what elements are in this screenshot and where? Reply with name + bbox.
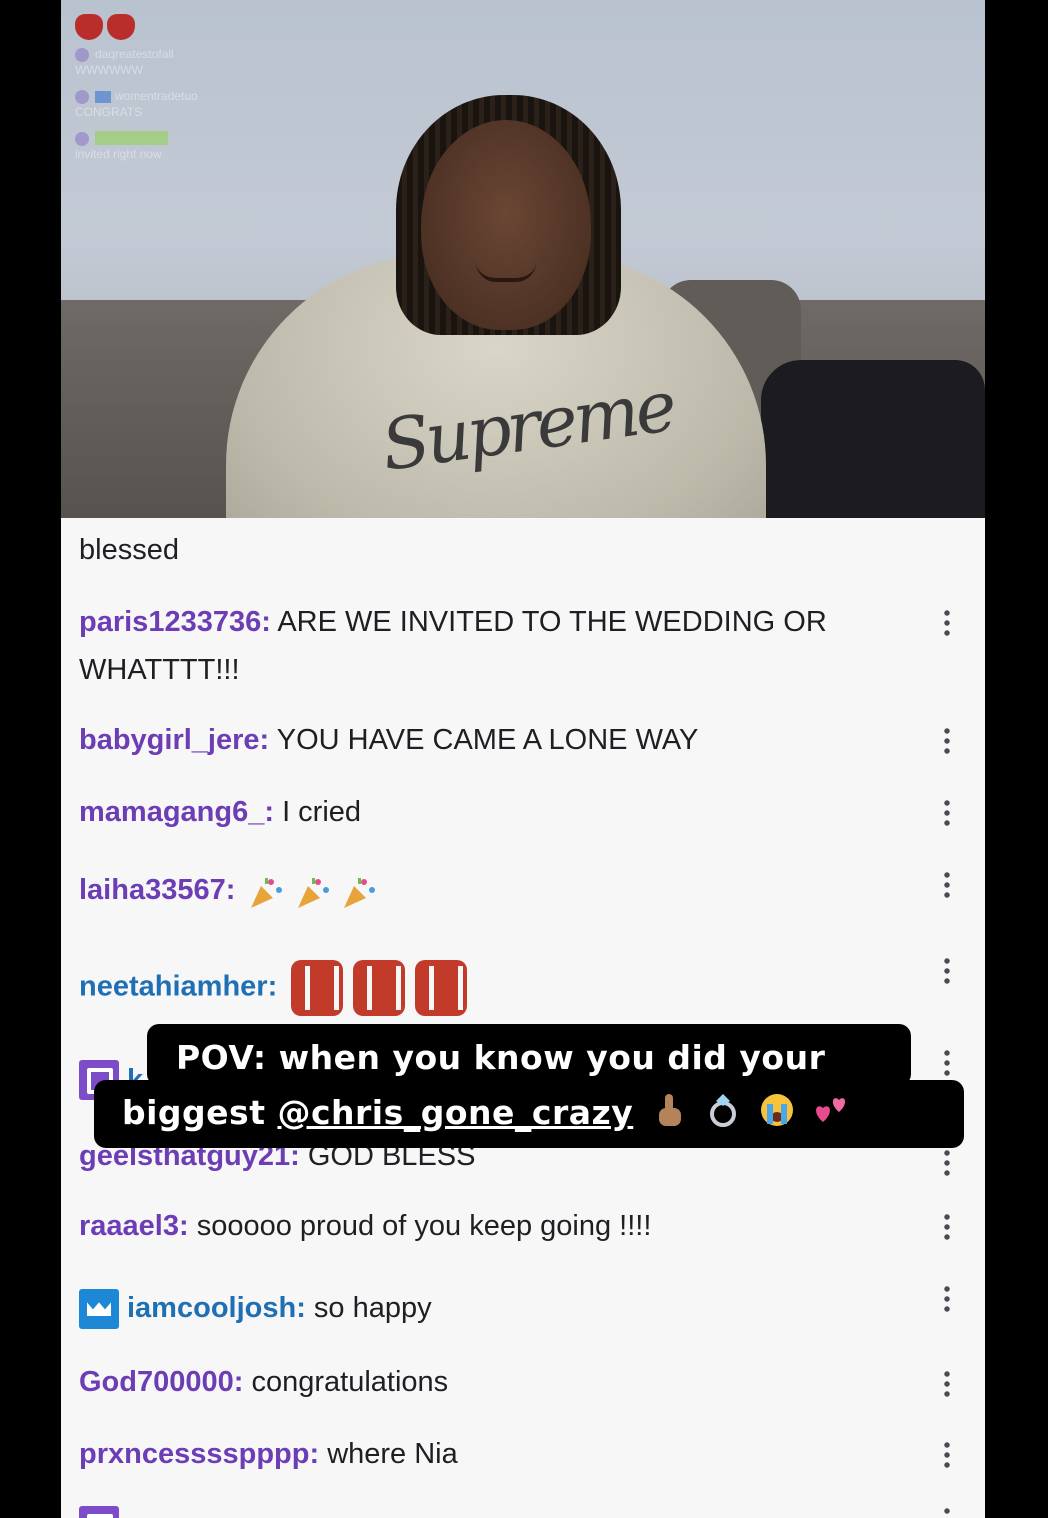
chat-message: babygirl_jere: YOU HAVE CAME A LONE WAY xyxy=(79,716,899,764)
chat-username[interactable]: God700000: xyxy=(79,1366,243,1398)
overlay-text: WWWWWW xyxy=(75,63,143,77)
chat-username[interactable]: iamcooljosh: xyxy=(127,1292,306,1324)
crying-face-icon xyxy=(761,1094,794,1126)
chat-message: God700000: congratulations xyxy=(79,1358,899,1406)
chat-message: prxncesssspppp: where Nia xyxy=(79,1430,899,1478)
more-options-icon[interactable] xyxy=(944,1369,950,1399)
party-popper-icon xyxy=(297,877,329,908)
caption-prefix: biggest xyxy=(122,1093,278,1132)
party-popper-icon xyxy=(343,877,375,908)
emote-icon xyxy=(291,960,344,1016)
more-options-icon[interactable] xyxy=(944,1440,950,1470)
message-text: congratulations xyxy=(243,1366,449,1398)
badge-icon xyxy=(95,90,111,103)
pointing-up-icon xyxy=(659,1094,682,1126)
message-text: blessed xyxy=(79,534,179,566)
overlay-username: daqreatestofall xyxy=(95,47,174,61)
overlay-username: womentradetuo xyxy=(115,89,198,103)
crown-badge-icon xyxy=(79,1289,119,1330)
chat-username[interactable]: neetahiamher: xyxy=(79,971,277,1003)
chat-message: paris1233736: ARE WE INVITED TO THE WEDD… xyxy=(79,598,899,694)
party-emotes xyxy=(249,867,379,915)
more-options-icon[interactable] xyxy=(944,1506,950,1518)
more-options-icon[interactable] xyxy=(944,956,950,986)
more-options-icon[interactable] xyxy=(944,1212,950,1242)
subscriber-badge-icon xyxy=(79,1506,119,1518)
emote-icon xyxy=(353,960,406,1016)
chat-panel: blessed paris1233736: ARE WE INVITED TO … xyxy=(61,518,985,1518)
chat-username[interactable]: mamagang6_: xyxy=(79,796,274,828)
overlay-chat-row: womentradetuo CONGRATS xyxy=(75,88,198,120)
overlay-hearts xyxy=(75,14,198,40)
chat-username[interactable]: laiha33567: xyxy=(79,874,235,906)
overlay-text: invited right now xyxy=(75,147,162,161)
chat-username[interactable]: prxncesssspppp: xyxy=(79,1438,319,1470)
more-options-icon[interactable] xyxy=(944,726,950,756)
heart-icon xyxy=(107,14,135,40)
overlay-text: CONGRATS xyxy=(75,105,143,119)
message-text: so happy xyxy=(305,1292,432,1324)
caption-line2: biggest @chris_gone_crazy xyxy=(122,1092,849,1132)
overlay-chat-row: invited right now xyxy=(75,130,198,162)
ring-icon xyxy=(710,1094,737,1127)
heart-icon xyxy=(75,14,103,40)
more-options-icon[interactable] xyxy=(944,1048,950,1078)
chat-message: mamagang6_: I cried xyxy=(79,788,899,836)
streamer-face xyxy=(421,120,591,330)
message-text: sooooo proud of you keep going !!!! xyxy=(188,1210,652,1242)
chat-username[interactable]: raaael3: xyxy=(79,1210,189,1242)
emote-icon xyxy=(415,960,468,1016)
custom-emotes xyxy=(291,960,477,1016)
overlay-highlight xyxy=(95,131,168,145)
tiktok-frame: Supreme daqreatestofall WWWWWW womentrad… xyxy=(61,0,985,1518)
chat-username[interactable]: paris1233736: xyxy=(79,606,271,638)
message-text: I cried xyxy=(274,796,362,828)
user-dot-icon xyxy=(75,131,89,146)
chat-message: raaael3: sooooo proud of you keep going … xyxy=(79,1202,899,1250)
message-text: YOU HAVE CAME A LONE WAY xyxy=(269,724,699,756)
stream-video[interactable]: Supreme daqreatestofall WWWWWW womentrad… xyxy=(61,0,985,518)
party-popper-icon xyxy=(251,877,283,908)
more-options-icon[interactable] xyxy=(944,798,950,828)
two-hearts-icon xyxy=(816,1098,846,1122)
user-dot-icon xyxy=(75,47,89,62)
caption-mention[interactable]: @chris_gone_crazy xyxy=(277,1093,633,1132)
chat-message: neetahiamher: xyxy=(79,960,899,1016)
more-options-icon[interactable] xyxy=(944,1284,950,1314)
chat-message: laiha33567: xyxy=(79,866,899,915)
bag xyxy=(761,360,985,518)
more-options-icon[interactable] xyxy=(944,1148,950,1178)
chat-username[interactable]: babygirl_jere: xyxy=(79,724,269,756)
stream-overlay-chat: daqreatestofall WWWWWW womentradetuo CON… xyxy=(75,14,198,172)
message-text: where Nia xyxy=(319,1438,458,1470)
chat-message: iamcooljosh: so happy xyxy=(79,1284,899,1332)
more-options-icon[interactable] xyxy=(944,870,950,900)
user-dot-icon xyxy=(75,89,89,104)
overlay-chat-row: daqreatestofall WWWWWW xyxy=(75,46,198,78)
caption-line1: POV: when you know you did your xyxy=(176,1038,826,1077)
chat-message: blessed xyxy=(79,526,899,574)
more-options-icon[interactable] xyxy=(944,608,950,638)
